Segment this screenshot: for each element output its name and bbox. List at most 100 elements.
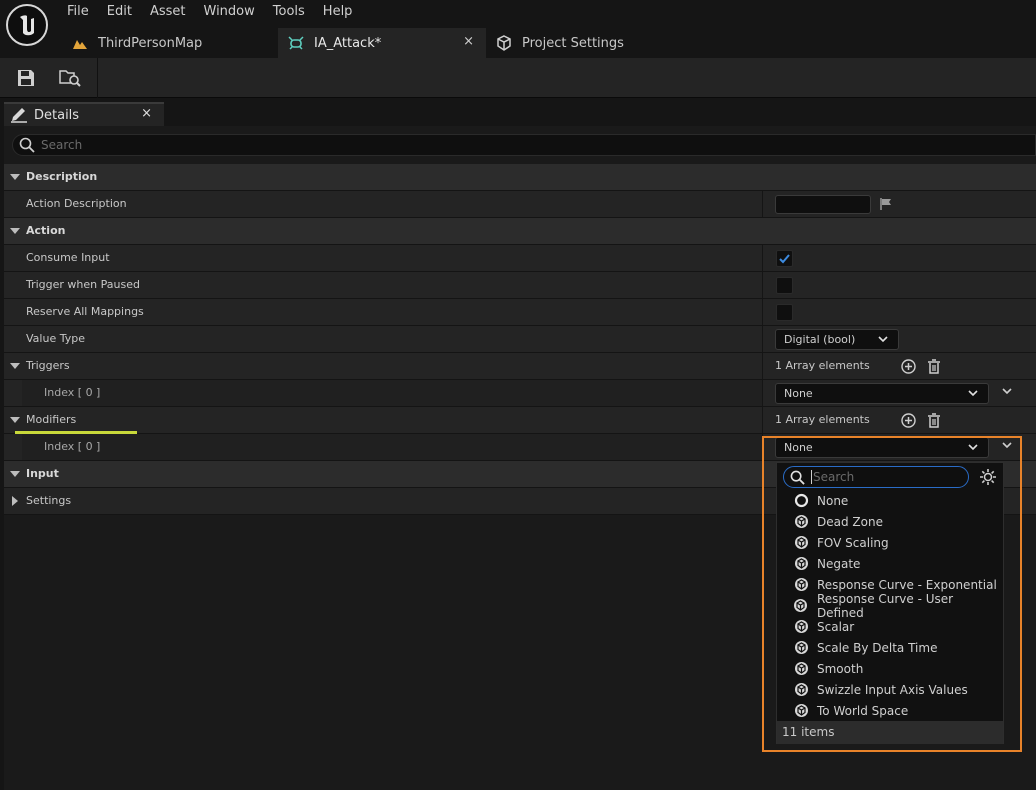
item-label: None	[817, 493, 849, 508]
collapse-arrow-icon[interactable]	[10, 363, 20, 369]
dropdown-item-count: 11 items	[777, 721, 1003, 744]
property-value-type: Value Type Digital (bool)	[4, 326, 1036, 353]
property-label: Action Description	[26, 197, 127, 210]
property-label: Reserve All Mappings	[26, 305, 144, 318]
category-action[interactable]: Action	[4, 218, 1036, 245]
save-button[interactable]	[14, 66, 38, 90]
indent-background	[22, 380, 762, 406]
column-splitter[interactable]	[762, 326, 763, 352]
add-element-button[interactable]	[900, 358, 916, 374]
collapse-arrow-icon[interactable]	[10, 417, 20, 423]
value-type-combo[interactable]: Digital (bool)	[775, 329, 899, 350]
property-triggers: Triggers 1 Array elements	[4, 353, 1036, 380]
tab-third-person-map[interactable]: ThirdPersonMap	[62, 28, 278, 58]
dropdown-item-negate[interactable]: Negate	[777, 553, 1003, 574]
class-icon	[793, 556, 809, 572]
add-circle-icon	[900, 358, 916, 374]
expand-arrow-icon[interactable]	[12, 496, 18, 506]
category-label: Description	[26, 170, 98, 183]
property-consume-input: Consume Input	[4, 245, 1036, 272]
dropdown-item-swizzle-input-axis-values[interactable]: Swizzle Input Axis Values	[777, 679, 1003, 700]
chevron-down-icon	[878, 336, 888, 343]
property-action-description: Action Description	[4, 191, 1036, 218]
unreal-logo-icon[interactable]	[6, 4, 48, 46]
class-icon	[793, 598, 809, 614]
dropdown-item-response-curve-user-defined[interactable]: Response Curve - User Defined	[777, 592, 1003, 620]
column-splitter[interactable]	[762, 245, 763, 271]
gear-icon[interactable]	[979, 468, 997, 486]
dropdown-item-fov-scaling[interactable]: FOV Scaling	[777, 532, 1003, 553]
class-icon	[793, 577, 809, 593]
tab-label: Project Settings	[522, 35, 624, 51]
column-splitter[interactable]	[762, 380, 763, 406]
delete-elements-button[interactable]	[926, 412, 942, 428]
dropdown-item-smooth[interactable]: Smooth	[777, 658, 1003, 679]
column-splitter[interactable]	[762, 299, 763, 325]
menu-edit[interactable]: Edit	[98, 0, 141, 24]
localization-flag-icon[interactable]	[879, 197, 893, 211]
document-tabs: ThirdPersonMap IA_Attack* × Project Sett…	[62, 28, 646, 58]
add-circle-icon	[900, 412, 916, 428]
dropdown-item-to-world-space[interactable]: To World Space	[777, 700, 1003, 721]
delete-elements-button[interactable]	[926, 358, 942, 374]
indent-background	[22, 434, 762, 460]
dropdown-search-input[interactable]: Search	[783, 466, 969, 488]
search-icon	[790, 470, 805, 485]
array-count: 1 Array elements	[775, 359, 870, 372]
item-label: To World Space	[817, 703, 909, 718]
add-element-button[interactable]	[900, 412, 916, 428]
combo-value: None	[784, 387, 813, 400]
index-label: Index [ 0 ]	[44, 386, 101, 399]
item-label: Swizzle Input Axis Values	[817, 682, 968, 697]
tab-ia-attack[interactable]: IA_Attack* ×	[278, 28, 486, 58]
item-label: Dead Zone	[817, 514, 883, 529]
menu-file[interactable]: File	[58, 0, 98, 24]
browse-button[interactable]	[58, 66, 82, 90]
menu-window[interactable]: Window	[195, 0, 264, 24]
item-label: Smooth	[817, 661, 864, 676]
action-description-field[interactable]	[775, 195, 871, 214]
dropdown-item-none[interactable]: None	[777, 490, 1003, 511]
class-icon	[793, 640, 809, 656]
none-circle-icon	[793, 493, 809, 509]
chevron-down-icon	[968, 390, 978, 397]
collapse-arrow-icon[interactable]	[10, 471, 20, 477]
save-icon	[18, 70, 34, 86]
item-label: Scalar	[817, 619, 855, 634]
category-description[interactable]: Description	[4, 164, 1036, 191]
menu-tools[interactable]: Tools	[264, 0, 314, 24]
details-search-input[interactable]: Search	[12, 134, 1036, 156]
dropdown-item-dead-zone[interactable]: Dead Zone	[777, 511, 1003, 532]
collapse-arrow-icon[interactable]	[10, 174, 20, 180]
item-label: Response Curve - Exponential	[817, 577, 997, 592]
input-action-icon	[288, 35, 304, 51]
settings-cube-icon	[496, 35, 512, 51]
browse-folder-icon	[59, 70, 81, 87]
column-splitter[interactable]	[762, 407, 763, 433]
menu-asset[interactable]: Asset	[141, 0, 195, 24]
reserve-all-mappings-checkbox[interactable]	[776, 304, 793, 321]
tab-label: Details	[34, 107, 80, 123]
column-splitter[interactable]	[762, 353, 763, 379]
menu-help[interactable]: Help	[314, 0, 362, 24]
close-icon[interactable]: ×	[141, 106, 152, 121]
collapse-arrow-icon[interactable]	[10, 228, 20, 234]
column-splitter[interactable]	[762, 191, 763, 217]
item-label: Scale By Delta Time	[817, 640, 938, 655]
tab-project-settings[interactable]: Project Settings	[486, 28, 646, 58]
property-label: Triggers	[26, 359, 70, 372]
property-label: Settings	[26, 494, 72, 507]
category-label: Action	[26, 224, 66, 237]
class-icon	[793, 682, 809, 698]
class-icon	[793, 619, 809, 635]
tab-label: IA_Attack*	[314, 35, 382, 51]
expand-chevron-icon[interactable]	[1002, 388, 1012, 395]
trigger-class-combo[interactable]: None	[775, 383, 989, 404]
column-splitter[interactable]	[762, 272, 763, 298]
dropdown-item-scale-by-delta-time[interactable]: Scale By Delta Time	[777, 637, 1003, 658]
class-icon	[793, 535, 809, 551]
trigger-when-paused-checkbox[interactable]	[776, 277, 793, 294]
consume-input-checkbox[interactable]	[776, 250, 793, 267]
tab-details[interactable]: Details ×	[4, 102, 164, 126]
close-icon[interactable]: ×	[463, 34, 474, 49]
